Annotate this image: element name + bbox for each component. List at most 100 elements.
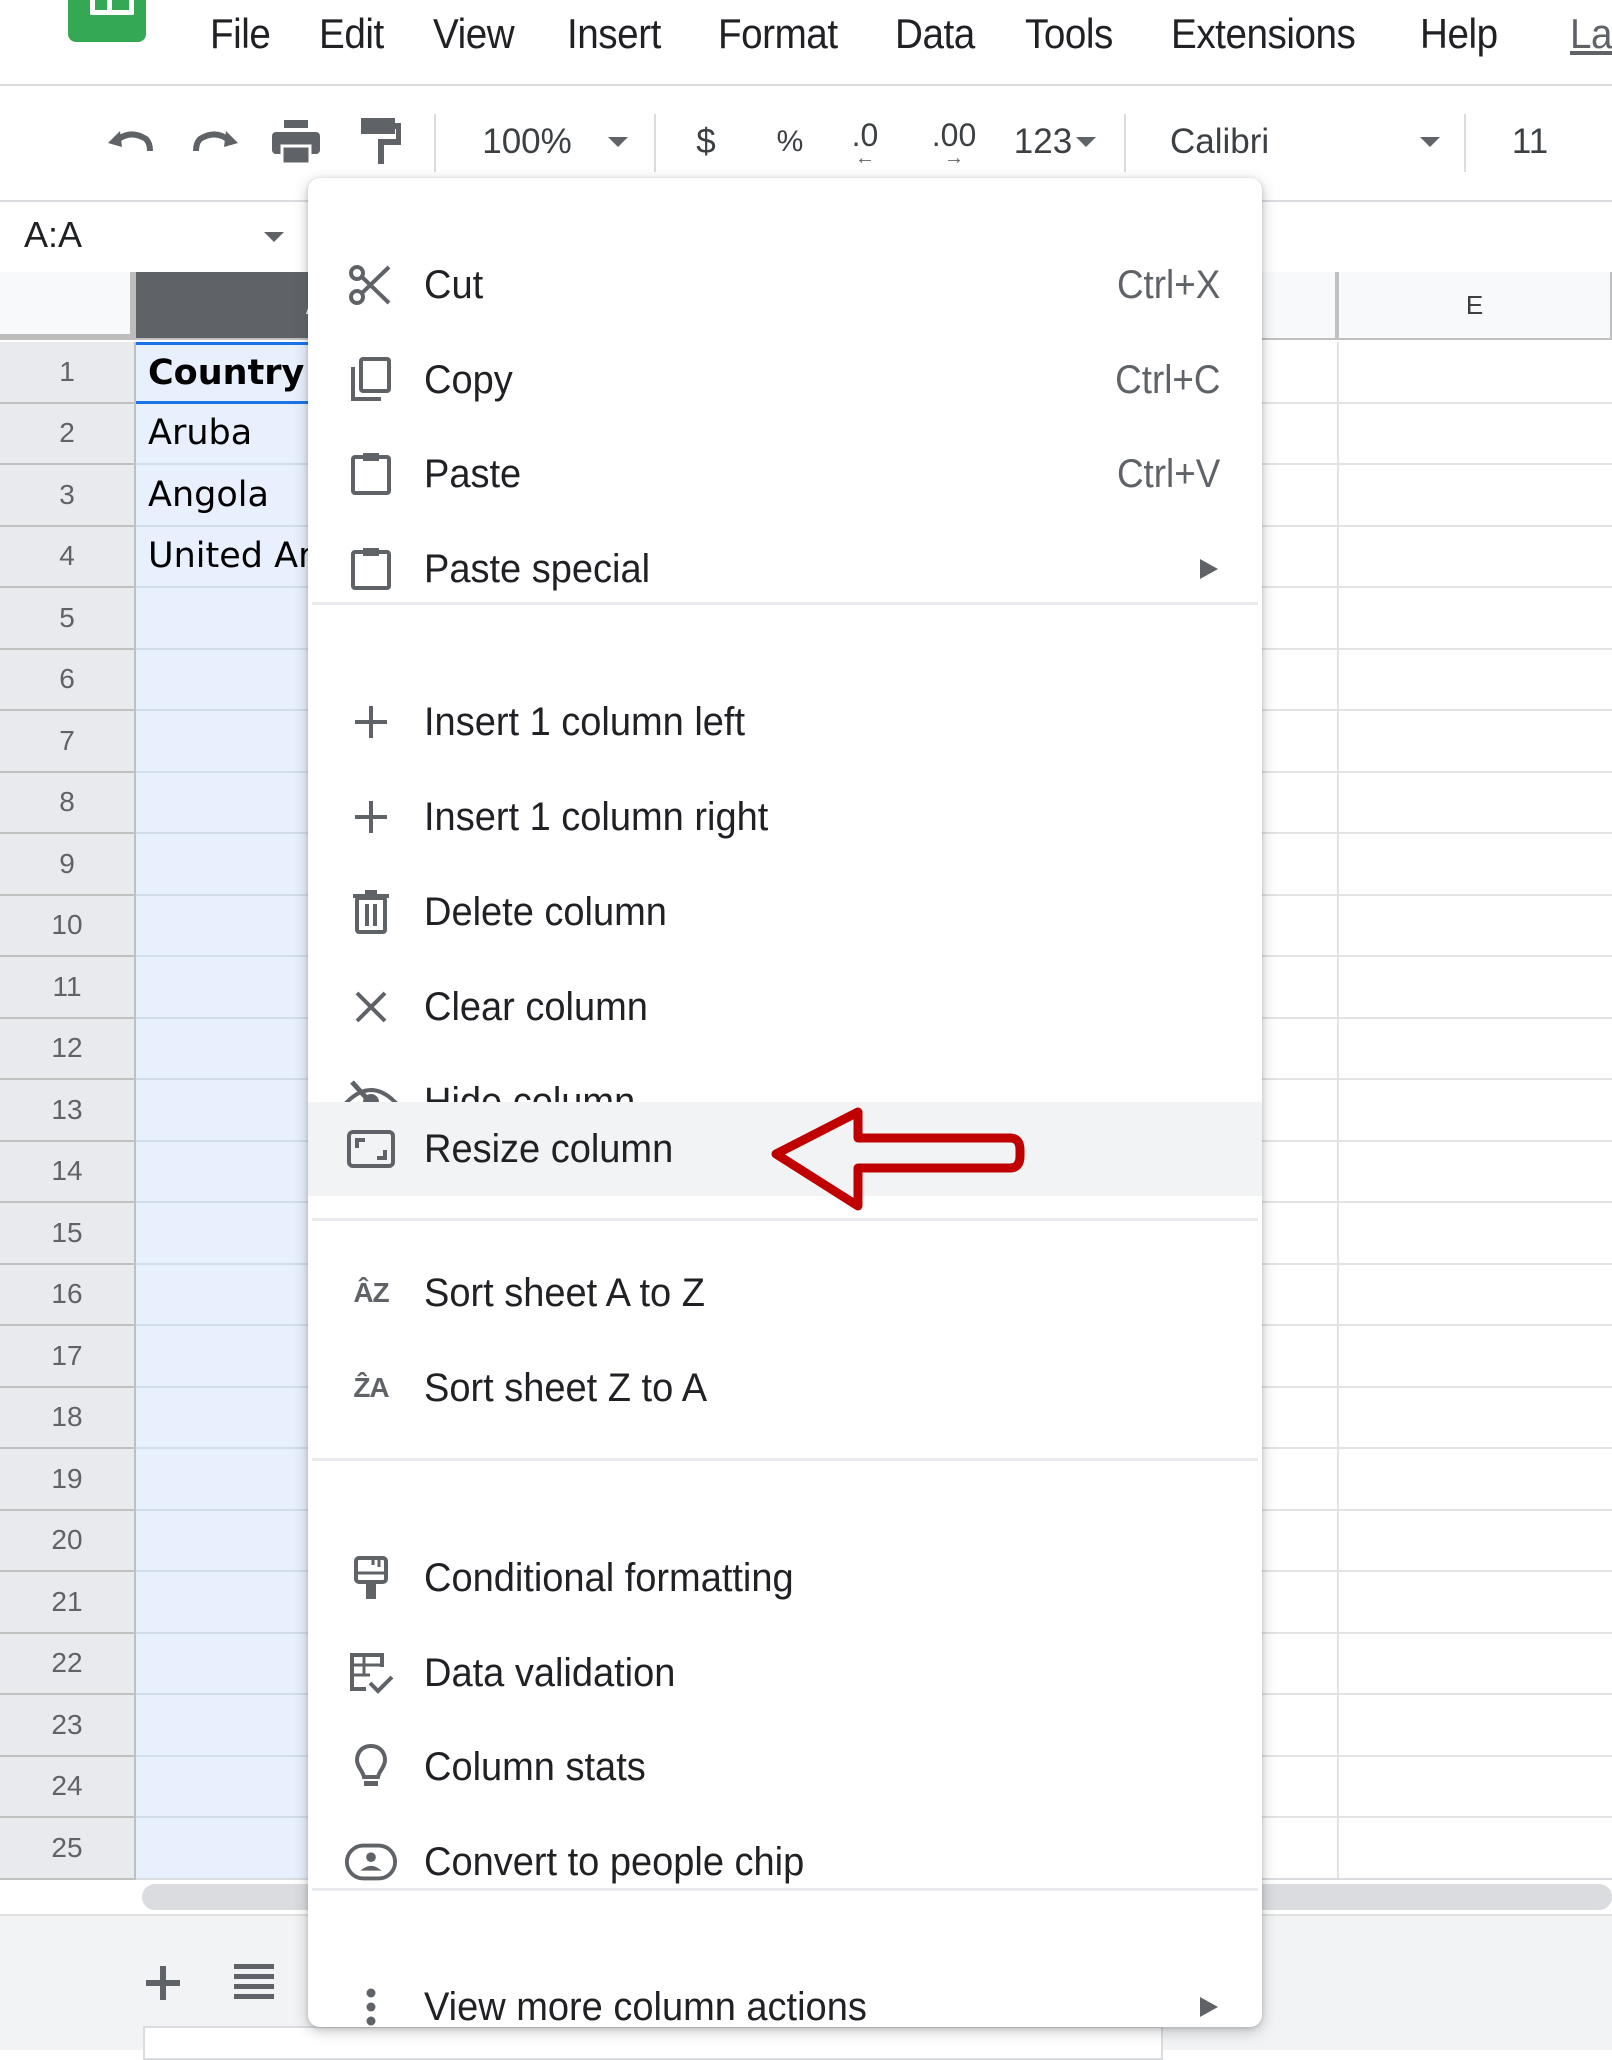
- row-header[interactable]: 21: [0, 1572, 136, 1634]
- name-box[interactable]: A:A: [0, 202, 300, 270]
- row-header[interactable]: 5: [0, 588, 136, 650]
- cell-a[interactable]: [136, 1695, 336, 1757]
- cell-a[interactable]: Country: [136, 342, 336, 404]
- row-header[interactable]: 17: [0, 1326, 136, 1388]
- row-header[interactable]: 9: [0, 834, 136, 896]
- number-format-label: 123: [1013, 122, 1073, 161]
- redo-button[interactable]: [186, 116, 246, 168]
- row-header[interactable]: 11: [0, 957, 136, 1019]
- cell-a[interactable]: United Ar: [136, 526, 336, 588]
- undo-button[interactable]: [100, 116, 160, 168]
- menu-item-delete-column[interactable]: Delete column: [308, 865, 1262, 959]
- row-header[interactable]: 12: [0, 1018, 136, 1080]
- last-edit-link[interactable]: La: [1570, 10, 1612, 58]
- cell-a[interactable]: [136, 1818, 336, 1880]
- plus-icon: [344, 695, 398, 749]
- menu-item-label: Cut: [424, 262, 484, 307]
- decrease-decimal-button[interactable]: .0 ←: [840, 116, 890, 168]
- cell-a[interactable]: Angola: [136, 465, 336, 527]
- cell-a[interactable]: [136, 1756, 336, 1818]
- menu-item-convert-to-people-chip[interactable]: Convert to people chip: [308, 1815, 1262, 1909]
- close-icon: [344, 980, 398, 1034]
- row-header[interactable]: 6: [0, 649, 136, 711]
- cell-a[interactable]: [136, 1449, 336, 1511]
- row-header[interactable]: 22: [0, 1633, 136, 1695]
- menu-format[interactable]: Format: [718, 10, 838, 58]
- menu-item-insert-column-left[interactable]: Insert 1 column left: [308, 675, 1262, 769]
- row-header[interactable]: 19: [0, 1449, 136, 1511]
- menu-item-column-stats[interactable]: Column stats: [308, 1720, 1262, 1814]
- menu-edit[interactable]: Edit: [319, 10, 384, 58]
- row-header[interactable]: 7: [0, 711, 136, 773]
- row-header[interactable]: 16: [0, 1264, 136, 1326]
- cell-a[interactable]: Aruba: [136, 403, 336, 465]
- menu-item-view-more-column-actions[interactable]: View more column actions: [308, 1960, 1262, 2054]
- cell-a[interactable]: [136, 1387, 336, 1449]
- number-format-button[interactable]: 123: [1004, 116, 1106, 168]
- cell-a[interactable]: [136, 1510, 336, 1572]
- cell-a[interactable]: [136, 895, 336, 957]
- menu-data[interactable]: Data: [895, 10, 975, 58]
- menu-item-conditional-formatting[interactable]: Conditional formatting: [308, 1531, 1262, 1625]
- row-header[interactable]: 20: [0, 1510, 136, 1572]
- font-size-input[interactable]: 11: [1500, 116, 1560, 168]
- paint-format-button[interactable]: [356, 116, 406, 168]
- cell-a[interactable]: [136, 1326, 336, 1388]
- row-header[interactable]: 25: [0, 1818, 136, 1880]
- arrow-right-icon: →: [944, 147, 964, 169]
- menu-item-cut[interactable]: Cut Ctrl+X: [308, 238, 1262, 332]
- menu-item-sort-z-to-a[interactable]: ẐA Sort sheet Z to A: [308, 1341, 1262, 1435]
- increase-decimal-button[interactable]: .00 →: [922, 116, 986, 168]
- row-header[interactable]: 8: [0, 772, 136, 834]
- cell-a[interactable]: [136, 1203, 336, 1265]
- select-all-corner[interactable]: [0, 272, 136, 340]
- menu-file[interactable]: File: [210, 10, 271, 58]
- row-header[interactable]: 1: [0, 342, 136, 404]
- menu-extensions[interactable]: Extensions: [1171, 10, 1356, 58]
- sheets-logo[interactable]: [68, 0, 146, 42]
- add-sheet-button[interactable]: [140, 1960, 186, 2006]
- cell-a[interactable]: [136, 1141, 336, 1203]
- percent-format-button[interactable]: %: [770, 116, 810, 168]
- cell-a[interactable]: [136, 1633, 336, 1695]
- row-header[interactable]: 18: [0, 1387, 136, 1449]
- row-header[interactable]: 15: [0, 1203, 136, 1265]
- currency-format-button[interactable]: $: [686, 116, 726, 168]
- toolbar-divider: [1124, 114, 1126, 172]
- row-header[interactable]: 13: [0, 1080, 136, 1142]
- menu-item-clear-column[interactable]: Clear column: [308, 960, 1262, 1054]
- row-header[interactable]: 3: [0, 465, 136, 527]
- column-header-a[interactable]: A: [136, 272, 336, 340]
- column-header-e[interactable]: E: [1337, 272, 1612, 340]
- font-select[interactable]: Calibri: [1170, 116, 1440, 168]
- menu-item-insert-column-right[interactable]: Insert 1 column right: [308, 770, 1262, 864]
- zoom-select[interactable]: 100%: [470, 116, 640, 168]
- menu-insert[interactable]: Insert: [567, 10, 661, 58]
- cell-a[interactable]: [136, 772, 336, 834]
- cell-a[interactable]: [136, 1018, 336, 1080]
- cell-a[interactable]: [136, 834, 336, 896]
- menu-item-sort-a-to-z[interactable]: ÂZ Sort sheet A to Z: [308, 1246, 1262, 1340]
- menu-view[interactable]: View: [433, 10, 515, 58]
- cell-a[interactable]: [136, 1080, 336, 1142]
- row-header[interactable]: 4: [0, 526, 136, 588]
- row-header[interactable]: 24: [0, 1756, 136, 1818]
- menu-help[interactable]: Help: [1420, 10, 1498, 58]
- cell-a[interactable]: [136, 588, 336, 650]
- row-header[interactable]: 14: [0, 1141, 136, 1203]
- row-header[interactable]: 10: [0, 895, 136, 957]
- toolbar-divider: [1464, 114, 1466, 172]
- menu-item-data-validation[interactable]: Data validation: [308, 1626, 1262, 1720]
- all-sheets-button[interactable]: [234, 1964, 276, 2004]
- cell-a[interactable]: [136, 957, 336, 1019]
- menu-item-paste[interactable]: Paste Ctrl+V: [308, 427, 1262, 521]
- cell-a[interactable]: [136, 649, 336, 711]
- print-button[interactable]: [268, 116, 324, 168]
- cell-a[interactable]: [136, 711, 336, 773]
- row-header[interactable]: 2: [0, 403, 136, 465]
- menu-item-copy[interactable]: Copy Ctrl+C: [308, 333, 1262, 427]
- cell-a[interactable]: [136, 1572, 336, 1634]
- row-header[interactable]: 23: [0, 1695, 136, 1757]
- cell-a[interactable]: [136, 1264, 336, 1326]
- menu-tools[interactable]: Tools: [1025, 10, 1113, 58]
